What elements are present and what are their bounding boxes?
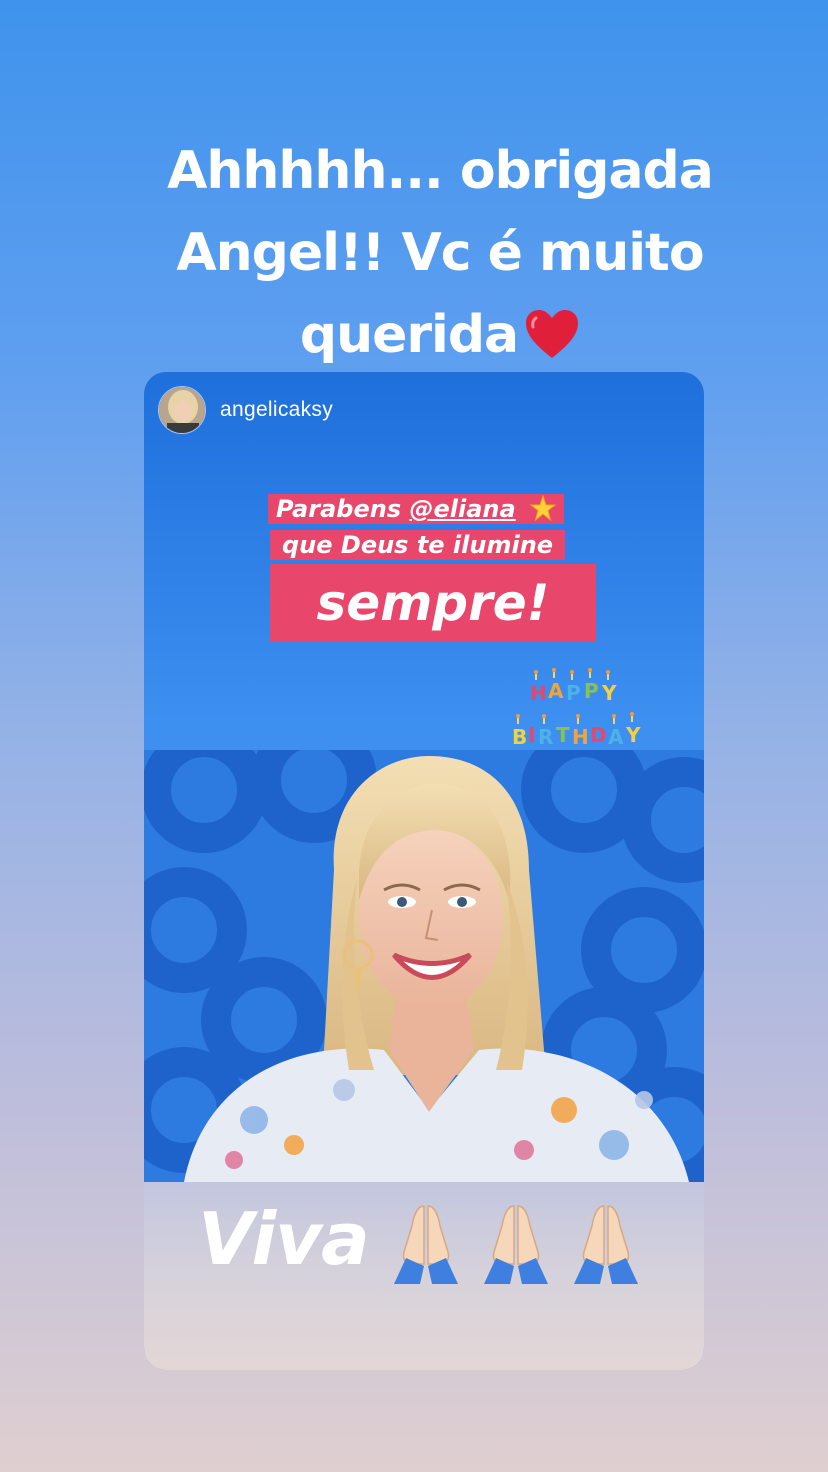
mention-link[interactable]: @eliana: [409, 495, 515, 523]
happy-birthday-sticker: H A P P Y B I R T H D A Y: [512, 668, 641, 749]
shared-post-card[interactable]: angelicaksy Parabens @eliana que Deus te…: [144, 372, 704, 1370]
svg-text:I: I: [528, 723, 535, 747]
svg-text:Y: Y: [625, 723, 641, 747]
sticker-line-1-prefix: Parabens: [276, 495, 410, 523]
viva-text: Viva: [198, 1197, 370, 1281]
svg-text:D: D: [590, 723, 607, 747]
sticker-line-1: Parabens @eliana: [268, 494, 564, 524]
shared-post-header-area: angelicaksy Parabens @eliana que Deus te…: [144, 372, 704, 750]
post-username[interactable]: angelicaksy: [220, 398, 333, 422]
star-icon: [529, 495, 556, 521]
caption-line-3: querida: [299, 305, 519, 365]
svg-text:P: P: [566, 681, 581, 705]
pray-icon: [574, 1205, 638, 1284]
svg-text:H: H: [572, 725, 589, 749]
svg-text:P: P: [584, 679, 599, 703]
pray-icon: [394, 1205, 458, 1284]
profile-avatar[interactable]: [158, 386, 206, 434]
heart-icon: [526, 310, 579, 358]
svg-text:T: T: [556, 723, 570, 747]
smiling-blonde-woman-photo: [144, 750, 704, 1182]
story-caption: Ahhhhh... obrigada Angel!! Vc é muito qu…: [120, 130, 760, 376]
svg-text:R: R: [538, 725, 553, 749]
svg-text:B: B: [512, 725, 527, 749]
shared-post-footer: Viva: [144, 1182, 704, 1370]
svg-text:H: H: [530, 681, 547, 705]
caption-line-1: Ahhhhh... obrigada: [167, 141, 714, 201]
pray-icon: [484, 1205, 548, 1284]
caption-line-2: Angel!! Vc é muito: [176, 223, 704, 283]
sticker-line-2: que Deus te ilumine: [270, 530, 566, 560]
svg-text:A: A: [548, 679, 564, 703]
caption-line-3-wrap: querida: [120, 294, 760, 376]
sticker-line-3: sempre!: [270, 564, 596, 642]
svg-text:A: A: [608, 725, 624, 749]
svg-text:Y: Y: [601, 681, 617, 705]
